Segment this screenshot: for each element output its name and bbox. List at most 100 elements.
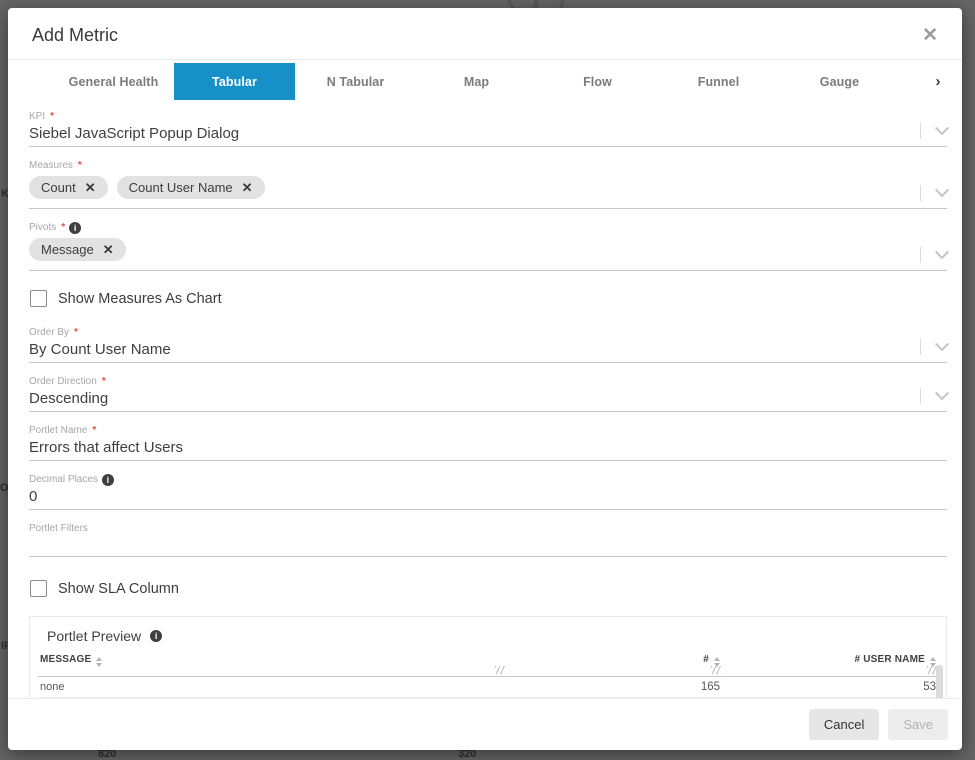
- chevron-down-icon: [935, 121, 949, 135]
- required-asterisk: *: [50, 110, 54, 124]
- dropdown-divider: [920, 339, 921, 355]
- cell-count: 165: [506, 677, 722, 698]
- chevron-down-icon: [935, 183, 949, 197]
- decimal-places-label: Decimal Places i: [29, 473, 947, 487]
- portlet-name-input[interactable]: Errors that affect Users: [29, 438, 947, 458]
- column-label: # USER NAME: [854, 654, 925, 665]
- measures-label: Measures *: [29, 159, 947, 173]
- more-tabs-chevron-icon[interactable]: ›: [914, 63, 962, 100]
- portlet-name-field: Portlet Name * Errors that affect Users: [29, 424, 947, 461]
- dialog-footer: Cancel Save: [8, 698, 962, 750]
- order-by-dropdown-control[interactable]: [920, 339, 947, 355]
- tab-general-health[interactable]: General Health: [53, 63, 174, 100]
- required-asterisk: *: [102, 375, 106, 389]
- tab-tabular[interactable]: Tabular: [174, 63, 295, 100]
- portlet-filters-input[interactable]: [29, 536, 947, 554]
- remove-tag-icon[interactable]: ✕: [242, 181, 253, 194]
- dialog-body: KPI * Siebel JavaScript Popup Dialog Meas…: [8, 100, 962, 698]
- measures-dropdown-control[interactable]: [920, 185, 947, 201]
- screen: { "overlay_fragments": { "left_top": "K"…: [0, 0, 975, 758]
- portlet-name-label: Portlet Name *: [29, 424, 947, 438]
- table-row: none 165 53: [38, 677, 938, 698]
- column-label: #: [703, 654, 709, 665]
- show-measures-as-chart-checkbox[interactable]: [30, 290, 47, 307]
- add-metric-dialog: Add Metric ✕ General Health Tabular N Ta…: [8, 8, 962, 750]
- measures-label-text: Measures: [29, 159, 73, 173]
- column-resize-grip[interactable]: [495, 666, 505, 674]
- cell-user-count: 53: [722, 677, 938, 698]
- remove-tag-icon[interactable]: ✕: [103, 243, 114, 256]
- order-by-select[interactable]: By Count User Name: [29, 340, 947, 360]
- measure-tag[interactable]: Count ✕: [29, 176, 108, 199]
- tab-bar: General Health Tabular N Tabular Map Flo…: [8, 63, 962, 100]
- tab-map[interactable]: Map: [416, 63, 537, 100]
- dropdown-divider: [920, 247, 921, 263]
- table-row: Custom Validation Error 22 19: [38, 698, 938, 699]
- table-scrollbar[interactable]: [936, 665, 943, 698]
- tab-funnel[interactable]: Funnel: [658, 63, 779, 100]
- kpi-dropdown-control[interactable]: [920, 123, 947, 139]
- decimal-places-input[interactable]: 0: [29, 487, 947, 507]
- tab-flow[interactable]: Flow: [537, 63, 658, 100]
- kpi-field: KPI * Siebel JavaScript Popup Dialog: [29, 110, 947, 147]
- pivots-tags: Message ✕: [29, 238, 947, 261]
- tab-n-tabular[interactable]: N Tabular: [295, 63, 416, 100]
- measure-tag[interactable]: Count User Name ✕: [117, 176, 265, 199]
- portlet-preview-panel: Portlet Preview i MESSAGE #: [29, 616, 947, 698]
- column-label: MESSAGE: [40, 654, 91, 665]
- order-by-label: Order By *: [29, 326, 947, 340]
- preview-table-header-row: MESSAGE # # USER NAME: [38, 651, 938, 677]
- pivots-label-text: Pivots: [29, 221, 56, 235]
- order-direction-select[interactable]: Descending: [29, 389, 947, 409]
- order-direction-field: Order Direction * Descending: [29, 375, 947, 412]
- remove-tag-icon[interactable]: ✕: [85, 181, 96, 194]
- portlet-filters-label-text: Portlet Filters: [29, 522, 88, 536]
- pivots-dropdown-control[interactable]: [920, 247, 947, 263]
- portlet-name-label-text: Portlet Name: [29, 424, 87, 438]
- order-direction-dropdown-control[interactable]: [920, 388, 947, 404]
- dropdown-divider: [920, 388, 921, 404]
- order-by-label-text: Order By: [29, 326, 69, 340]
- pivot-tag[interactable]: Message ✕: [29, 238, 126, 261]
- info-icon: i: [69, 222, 81, 234]
- required-asterisk: *: [74, 326, 78, 340]
- save-button[interactable]: Save: [888, 709, 948, 740]
- sort-icon[interactable]: [96, 657, 102, 667]
- chevron-down-icon: [935, 245, 949, 259]
- required-asterisk: *: [78, 159, 82, 173]
- tag-label: Count User Name: [129, 180, 233, 195]
- cancel-button[interactable]: Cancel: [809, 709, 879, 740]
- show-measures-as-chart-row: Show Measures As Chart: [30, 290, 947, 307]
- show-sla-column-checkbox[interactable]: [30, 580, 47, 597]
- portlet-filters-label: Portlet Filters: [29, 522, 947, 536]
- portlet-preview-title: Portlet Preview: [47, 628, 141, 644]
- column-header-count[interactable]: #: [506, 651, 722, 677]
- tab-gauge[interactable]: Gauge: [779, 63, 900, 100]
- kpi-label: KPI *: [29, 110, 947, 124]
- measures-field: Measures * Count ✕ Count User Name ✕: [29, 159, 947, 209]
- kpi-label-text: KPI: [29, 110, 45, 124]
- column-resize-grip[interactable]: [711, 666, 721, 674]
- dropdown-divider: [920, 123, 921, 139]
- required-asterisk: *: [61, 221, 65, 235]
- tag-label: Message: [41, 242, 94, 257]
- portlet-preview-header: Portlet Preview i: [38, 628, 938, 644]
- decimal-places-field: Decimal Places i 0: [29, 473, 947, 510]
- cell-message: none: [38, 677, 506, 698]
- tag-label: Count: [41, 180, 76, 195]
- dialog-header: Add Metric ✕: [8, 8, 962, 60]
- preview-table: MESSAGE # # USER NAME: [38, 651, 938, 698]
- pivots-label: Pivots * i: [29, 221, 947, 235]
- kpi-select[interactable]: Siebel JavaScript Popup Dialog: [29, 124, 947, 144]
- order-direction-label-text: Order Direction: [29, 375, 97, 389]
- pivots-field: Pivots * i Message ✕: [29, 221, 947, 271]
- show-sla-column-row: Show SLA Column: [30, 580, 947, 597]
- chevron-down-icon: [935, 337, 949, 351]
- column-header-message[interactable]: MESSAGE: [38, 651, 506, 677]
- close-icon[interactable]: ✕: [922, 26, 938, 45]
- column-header-user-name-count[interactable]: # USER NAME: [722, 651, 938, 677]
- required-asterisk: *: [92, 424, 96, 438]
- info-icon: i: [150, 630, 162, 642]
- cell-count: 22: [506, 698, 722, 699]
- cell-message: Custom Validation Error: [38, 698, 506, 699]
